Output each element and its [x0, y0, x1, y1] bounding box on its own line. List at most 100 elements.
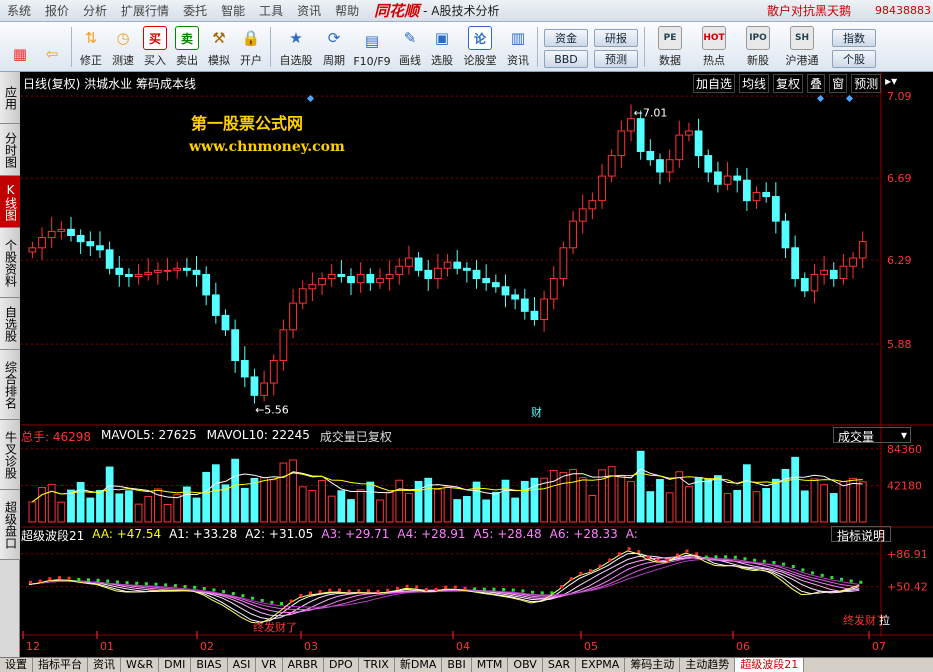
expand-arrow-icon[interactable]: ▸▾: [885, 74, 897, 93]
volume-bar: [250, 477, 259, 523]
menu-item-6[interactable]: 工具: [252, 2, 290, 19]
bottom-tab-3[interactable]: W&R: [121, 658, 160, 672]
menu-item-2[interactable]: 分析: [76, 2, 114, 19]
toolbar-button-9[interactable]: ⟳ 周期: [318, 23, 350, 71]
volume-bar: [762, 488, 771, 523]
bottom-tab-17[interactable]: 筹码主动: [625, 658, 681, 672]
toolbar-button-14[interactable]: ▥ 资讯: [502, 23, 534, 71]
left-tab-4[interactable]: 自选股: [0, 298, 20, 350]
bottom-tab-18[interactable]: 主动趋势: [680, 658, 736, 672]
bottom-tab-15[interactable]: SAR: [543, 658, 577, 672]
toolbar-button-12[interactable]: ▣ 选股: [426, 23, 458, 71]
volume-total: 总手: 46298: [21, 430, 92, 444]
kline-control-4[interactable]: 窗: [829, 74, 848, 93]
far-right-button-0[interactable]: 指数: [832, 29, 876, 47]
left-tab-bar: 应用 分时图 K线图 个股资料 自选股 综合排名 牛叉诊股 超级盘口: [0, 72, 20, 657]
toolbar-button-13[interactable]: 论论股堂: [458, 23, 502, 71]
toolbar-button-7[interactable]: 🔒 开户: [235, 23, 267, 71]
kline-control-3[interactable]: 叠: [807, 74, 826, 93]
volume-bar: [318, 480, 326, 523]
left-tab-2[interactable]: K线图: [0, 176, 20, 228]
volume-selector[interactable]: 成交量 ▾: [833, 427, 911, 444]
menu-item-5[interactable]: 智能: [214, 2, 252, 19]
pill-button-a0[interactable]: 资金: [544, 29, 588, 47]
left-tab-5[interactable]: 综合排名: [0, 350, 20, 420]
toolbar-button-1[interactable]: ⇦: [36, 23, 68, 71]
candle-body: [742, 179, 751, 202]
candle-body: [279, 329, 288, 362]
toolbar-button-5[interactable]: 卖卖出: [171, 23, 203, 71]
price-tick-label: 6.29: [887, 254, 912, 267]
toolbar-button-2[interactable]: ⇅ 修正: [75, 23, 107, 71]
pill-button-b0[interactable]: 研报: [594, 29, 638, 47]
bottom-tab-9[interactable]: DPO: [324, 658, 359, 672]
indicator-dot: [550, 591, 554, 595]
kline-control-0[interactable]: 加自选: [693, 74, 736, 93]
left-tab-1[interactable]: 分时图: [0, 124, 20, 176]
left-tab-3[interactable]: 个股资料: [0, 228, 20, 298]
toolbar-button-8[interactable]: ★ 自选股: [274, 23, 318, 71]
bottom-tab-16[interactable]: EXPMA: [576, 658, 626, 672]
bottom-tab-10[interactable]: TRIX: [359, 658, 395, 672]
candle-body: [356, 273, 365, 284]
toolbar-right-button-2[interactable]: IPO 新股: [736, 23, 780, 71]
candle-body: [704, 155, 713, 173]
x-axis-label: 02: [200, 640, 214, 653]
kline-control-2[interactable]: 复权: [773, 74, 804, 93]
bottom-tab-11[interactable]: 新DMA: [395, 658, 443, 672]
left-tab-7[interactable]: 超级盘口: [0, 490, 20, 560]
kline-control-5[interactable]: 预测: [851, 74, 882, 93]
toolbar-label: 新股: [747, 54, 769, 67]
kline-control-1[interactable]: 均线: [739, 74, 770, 93]
toolbar-button-0[interactable]: ▦: [4, 23, 36, 71]
volume-bar: [578, 477, 587, 523]
volume-bar: [115, 493, 124, 523]
menu-item-3[interactable]: 扩展行情: [114, 2, 176, 19]
menu-item-4[interactable]: 委托: [176, 2, 214, 19]
candle-body: [607, 155, 616, 177]
toolbar-right-button-0[interactable]: PE 数据: [648, 23, 692, 71]
forum-icon: 论: [468, 26, 492, 50]
toolbar-right-button-1[interactable]: HOT 热点: [692, 23, 736, 71]
menu-item-7[interactable]: 资讯: [290, 2, 328, 19]
toolbar-right-button-3[interactable]: SH 沪港通: [780, 23, 824, 71]
far-right-button-1[interactable]: 个股: [832, 50, 876, 68]
candle-body: [549, 278, 558, 300]
candle-body: [849, 257, 857, 267]
indicator-dot: [762, 559, 766, 563]
volume-bar: [86, 497, 95, 523]
bottom-tab-0[interactable]: 设置: [0, 658, 33, 672]
toolbar-button-3[interactable]: ◷ 测速: [107, 23, 139, 71]
back-arrow-icon: ⇦: [45, 45, 59, 63]
volume-bar: [636, 450, 645, 523]
bottom-tab-4[interactable]: DMI: [159, 658, 192, 672]
indicator-help-button[interactable]: 指标说明: [831, 526, 891, 543]
bottom-tab-13[interactable]: MTM: [472, 658, 509, 672]
left-tab-6[interactable]: 牛叉诊股: [0, 420, 20, 490]
menu-item-0[interactable]: 系统: [0, 2, 38, 19]
pill-button-a1[interactable]: BBD: [544, 50, 588, 68]
bottom-tab-1[interactable]: 指标平台: [33, 658, 88, 672]
bottom-tab-6[interactable]: ASI: [228, 658, 257, 672]
bottom-tab-14[interactable]: OBV: [508, 658, 543, 672]
chart-area: 7.09 6.69 6.29 5.88 ←7.01 ←5.56 财 84360 42180 +86…: [21, 72, 933, 657]
pill-button-b1[interactable]: 预测: [594, 50, 638, 68]
toolbar-button-6[interactable]: ⚒ 模拟: [203, 23, 235, 71]
kline-chart-svg[interactable]: 7.096.696.295.88←7.01←5.56 财8436042180+86…: [21, 72, 933, 657]
bottom-tab-12[interactable]: BBI: [442, 658, 472, 672]
toolbar-button-11[interactable]: ✎ 画线: [394, 23, 426, 71]
bottom-tab-19[interactable]: 超级波段21: [735, 658, 805, 672]
news-headline[interactable]: 散户对抗黑天鹅: [767, 2, 851, 19]
candle-body: [424, 269, 433, 280]
toolbar-button-10[interactable]: ▤ F10/F9: [350, 23, 394, 71]
sse-hkex-icon: SH: [790, 26, 814, 50]
bottom-tab-8[interactable]: ARBR: [283, 658, 324, 672]
bottom-tab-5[interactable]: BIAS: [191, 658, 228, 672]
bottom-tab-7[interactable]: VR: [256, 658, 283, 672]
candle-body: [578, 208, 587, 222]
bottom-tab-2[interactable]: 资讯: [88, 658, 121, 672]
toolbar-button-4[interactable]: 买买入: [139, 23, 171, 71]
menu-item-1[interactable]: 报价: [38, 2, 76, 19]
menu-item-8[interactable]: 帮助: [328, 2, 366, 19]
left-tab-0[interactable]: 应用: [0, 72, 20, 124]
